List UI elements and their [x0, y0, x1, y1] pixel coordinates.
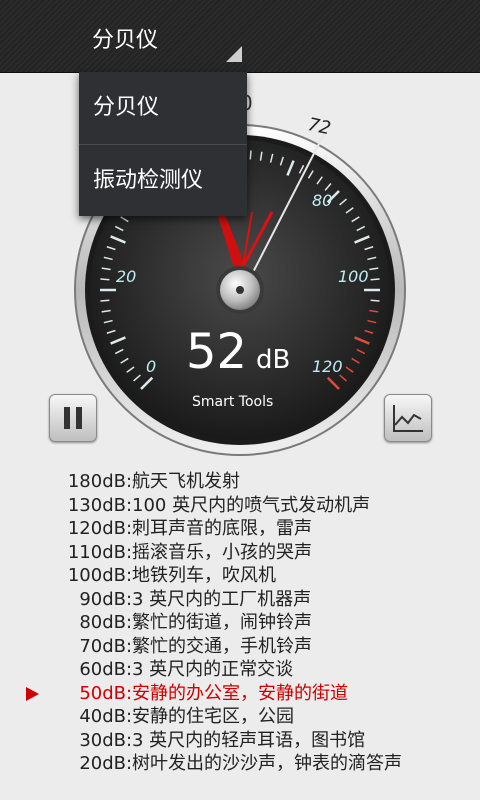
- level-db: 50dB: [79, 682, 126, 704]
- level-db: 70dB: [79, 635, 126, 657]
- scale-label-120: 120: [312, 357, 343, 376]
- brand-label: Smart Tools: [192, 394, 273, 410]
- scale-label-80: 80: [312, 191, 332, 210]
- spinner-label: 分贝仪: [92, 28, 159, 53]
- list-item-current-level: 50dB: 安静的办公室，安静的街道: [0, 682, 480, 706]
- current-level-arrow-icon: [26, 686, 39, 701]
- level-db: 100dB: [67, 565, 126, 586]
- list-item: 20dB: 树叶发出的沙沙声，钟表的滴答声: [0, 752, 480, 776]
- level-db: 130dB: [67, 494, 126, 516]
- needle-hub: [216, 266, 264, 314]
- level-db: 180dB: [67, 471, 126, 492]
- mode-dropdown-menu: 分贝仪 振动检测仪: [79, 72, 247, 216]
- level-db: 30dB: [79, 729, 126, 751]
- mode-spinner[interactable]: 分贝仪: [78, 0, 248, 72]
- level-description: 3 英尺内的轻声耳语，图书馆: [132, 729, 366, 751]
- list-item: 180dB: 航天飞机发射: [0, 470, 480, 494]
- spinner-dropdown-icon: [226, 46, 242, 62]
- level-db: 120dB: [67, 518, 126, 539]
- menu-item-vibration-meter[interactable]: 振动检测仪: [79, 144, 247, 216]
- level-description: 3 英尺内的工厂机器声: [132, 588, 312, 610]
- reading-unit: dB: [256, 345, 290, 375]
- list-item: 90dB:3 英尺内的工厂机器声: [0, 588, 480, 612]
- level-description: 繁忙的街道，闹钟铃声: [132, 612, 312, 633]
- level-db: 110dB: [67, 541, 126, 563]
- list-item: 100dB: 地铁列车，吹风机: [0, 564, 480, 588]
- top-bar: 分贝仪: [0, 0, 480, 73]
- level-description: 3 英尺内的正常交谈: [132, 659, 294, 680]
- peak-marker-label: 72: [306, 114, 333, 139]
- list-item: 70dB: 繁忙的交通，手机铃声: [0, 635, 480, 659]
- gauge-tick: [370, 299, 380, 302]
- level-description: 安静的办公室，安静的街道: [132, 682, 348, 704]
- reading-value: 52: [186, 324, 247, 380]
- level-description: 100 英尺内的喷气式发动机声: [132, 494, 371, 516]
- level-db: 40dB: [79, 706, 126, 727]
- list-item: 40dB: 安静的住宅区，公园: [0, 705, 480, 729]
- level-db: 80dB: [79, 612, 126, 633]
- level-description: 航天飞机发射: [132, 471, 240, 492]
- pause-button[interactable]: [49, 394, 97, 442]
- list-item: 120dB: 刺耳声音的底限，雷声: [0, 517, 480, 541]
- list-item: 130dB:100 英尺内的喷气式发动机声: [0, 494, 480, 518]
- menu-item-decibel-meter[interactable]: 分贝仪: [79, 72, 247, 144]
- list-item: 30dB:3 英尺内的轻声耳语，图书馆: [0, 729, 480, 753]
- graph-button[interactable]: [384, 394, 432, 442]
- scale-label-20: 20: [116, 267, 136, 286]
- list-item: 110dB: 摇滚音乐，小孩的哭声: [0, 541, 480, 565]
- level-db: 90dB: [79, 588, 126, 610]
- level-description: 刺耳声音的底限，雷声: [132, 518, 312, 539]
- gauge-tick: [100, 278, 110, 281]
- level-description: 摇滚音乐，小孩的哭声: [132, 541, 312, 563]
- gauge-tick: [100, 299, 110, 302]
- level-description: 繁忙的交通，手机铃声: [132, 635, 312, 657]
- level-db: 20dB: [79, 753, 126, 774]
- level-description: 安静的住宅区，公园: [132, 706, 294, 727]
- level-description: 地铁列车，吹风机: [132, 565, 276, 586]
- scale-label-0: 0: [146, 357, 156, 376]
- gauge-tick: [370, 278, 380, 281]
- list-item: 80dB: 繁忙的街道，闹钟铃声: [0, 611, 480, 635]
- level-db: 60dB: [79, 659, 126, 680]
- list-item: 60dB:3 英尺内的正常交谈: [0, 658, 480, 682]
- gauge-tick: [249, 150, 252, 160]
- level-description: 树叶发出的沙沙声，钟表的滴答声: [132, 753, 402, 774]
- line-graph-icon: [393, 405, 423, 432]
- scale-label-100: 100: [338, 267, 369, 286]
